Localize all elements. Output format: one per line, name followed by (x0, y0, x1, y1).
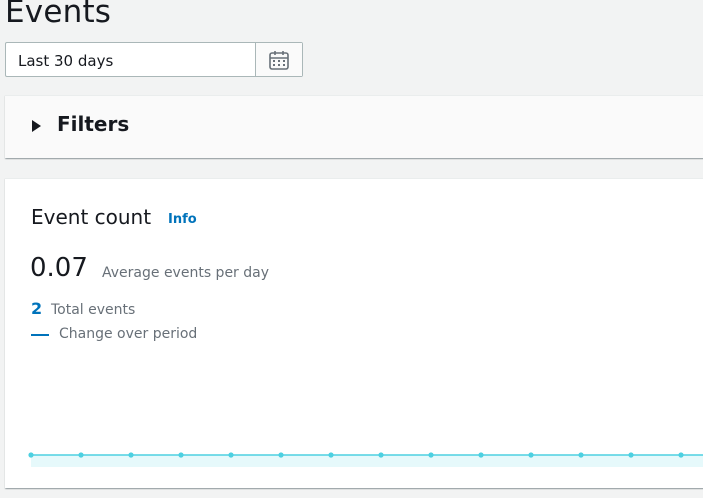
change-legend-swatch (31, 334, 49, 336)
data-point[interactable] (28, 452, 34, 458)
event-count-title: Event count (31, 205, 152, 229)
page-title: Events (5, 0, 112, 30)
total-events-value[interactable]: 2 (31, 299, 42, 318)
data-point[interactable] (578, 452, 584, 458)
data-point[interactable] (78, 452, 84, 458)
filters-toggle-label[interactable]: Filters (57, 112, 129, 136)
events-page: Events Last 30 days Filters Event count … (0, 0, 703, 498)
date-range-value[interactable]: Last 30 days (18, 52, 113, 70)
data-point[interactable] (678, 452, 684, 458)
info-link[interactable]: Info (168, 212, 197, 227)
average-events-value: 0.07 (30, 253, 88, 283)
date-range-picker[interactable]: Last 30 days (5, 42, 303, 77)
data-point[interactable] (528, 452, 534, 458)
caret-right-icon[interactable] (32, 120, 41, 132)
change-legend-label: Change over period (59, 326, 198, 342)
data-point[interactable] (128, 452, 134, 458)
data-point[interactable] (228, 452, 234, 458)
data-point[interactable] (628, 452, 634, 458)
data-point[interactable] (428, 452, 434, 458)
filters-panel[interactable]: Filters (5, 95, 703, 158)
event-count-card: Event count Info 0.07 Average events per… (5, 178, 703, 488)
data-point[interactable] (378, 452, 384, 458)
data-point[interactable] (328, 452, 334, 458)
calendar-button[interactable] (255, 43, 302, 76)
total-events-label: Total events (51, 302, 136, 318)
calendar-icon (269, 50, 289, 70)
data-point[interactable] (178, 452, 184, 458)
data-point[interactable] (278, 452, 284, 458)
data-point[interactable] (478, 452, 484, 458)
average-events-label: Average events per day (102, 265, 270, 281)
event-count-chart (28, 452, 703, 467)
